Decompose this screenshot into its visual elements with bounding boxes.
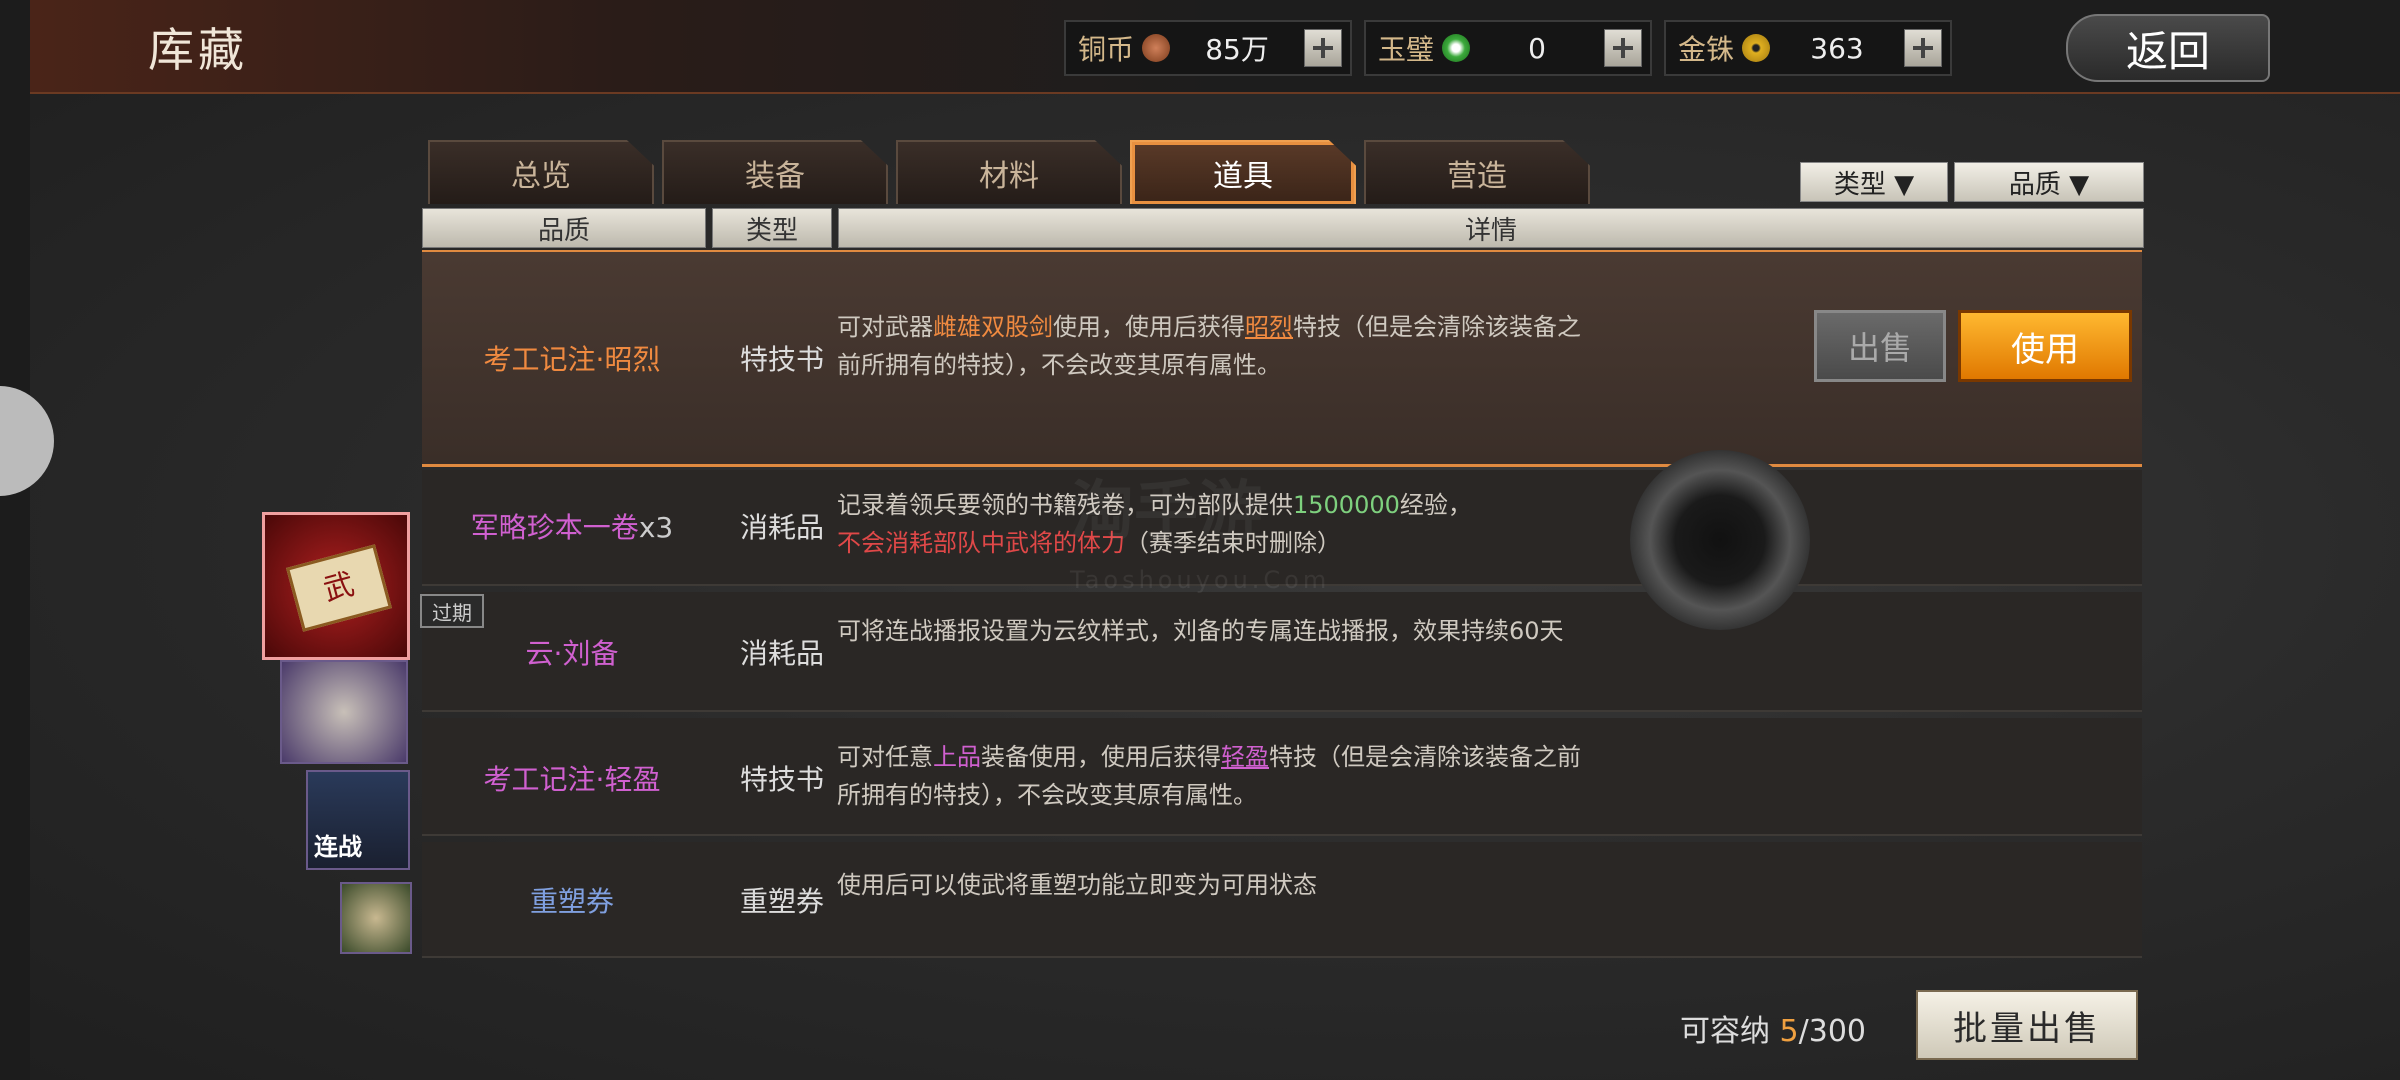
quality-filter-dropdown[interactable]: 品质 ▼ [1954, 162, 2144, 202]
jade-icon [1442, 34, 1471, 62]
tab-overview[interactable]: 总览 [428, 140, 654, 204]
list-item[interactable]: 重塑券 重塑券 使用后可以使武将重塑功能立即变为可用状态 [422, 842, 2142, 958]
scroll-item-icon[interactable]: 武 [262, 512, 410, 660]
gold-coin-icon [1742, 34, 1771, 62]
page-title: 库藏 [148, 23, 248, 77]
expired-badge: 过期 [420, 594, 484, 628]
resource-copper: 铜币 85万 [1064, 20, 1352, 76]
resource-label: 金铢 [1678, 33, 1735, 66]
item-list: 考工记注·昭烈 特技书 可对武器雌雄双股剑使用，使用后获得昭烈特技（但是会清除该… [422, 250, 2142, 960]
type-filter-dropdown[interactable]: 类型 ▼ [1800, 162, 1948, 202]
column-header-detail: 详情 [838, 208, 2144, 248]
decorative-vortex [1630, 450, 1810, 630]
item-description: 可对武器雌雄双股剑使用，使用后获得昭烈特技（但是会清除该装备之前所拥有的特技），… [837, 313, 1581, 379]
capacity-text: 可容纳 5/300 [1680, 1014, 1867, 1049]
item-name: 考工记注·昭烈 [483, 343, 661, 376]
copper-coin-icon [1142, 34, 1171, 62]
item-type: 消耗品 [739, 511, 824, 544]
resource-gold: 金铢 363 [1664, 20, 1952, 76]
item-type: 特技书 [739, 763, 824, 796]
list-item[interactable]: 云·刘备 消耗品 可将连战播报设置为云纹样式，刘备的专属连战播报，效果持续60天 [422, 592, 2142, 712]
add-jade-button[interactable] [1604, 29, 1642, 67]
resource-label: 铜币 [1078, 33, 1135, 66]
watermark-url: Taoshouyou.Com [1070, 566, 1331, 594]
resource-value: 85万 [1205, 33, 1269, 66]
resource-value: 363 [1810, 31, 1864, 65]
use-button[interactable]: 使用 [1958, 310, 2132, 382]
item-name: 考工记注·轻盈 [483, 763, 661, 796]
tab-equipment[interactable]: 装备 [662, 140, 888, 204]
item-description: 可将连战播报设置为云纹样式，刘备的专属连战播报，效果持续60天 [837, 617, 1564, 645]
add-gold-button[interactable] [1904, 29, 1942, 67]
chain-battle-icon[interactable]: 连战 [306, 770, 410, 870]
list-item[interactable]: 考工记注·昭烈 特技书 可对武器雌雄双股剑使用，使用后获得昭烈特技（但是会清除该… [422, 250, 2142, 467]
bulk-sell-button[interactable]: 批量出售 [1916, 990, 2138, 1060]
item-name: 云·刘备 [525, 637, 619, 670]
item-name: 军略珍本一卷x3 [470, 511, 674, 544]
item-description: 可对任意上品装备使用，使用后获得轻盈特技（但是会清除该装备之前所拥有的特技），不… [837, 743, 1581, 809]
list-item[interactable]: 考工记注·轻盈 特技书 可对任意上品装备使用，使用后获得轻盈特技（但是会清除该装… [422, 718, 2142, 836]
column-header-type[interactable]: 类型 [712, 208, 832, 248]
add-copper-button[interactable] [1304, 29, 1342, 67]
item-type: 消耗品 [739, 637, 824, 670]
item-scroll-label: 武 [286, 544, 392, 632]
chain-battle-label: 连战 [314, 833, 362, 861]
tab-materials[interactable]: 材料 [896, 140, 1122, 204]
watermark: 淘手游 [1070, 475, 1262, 549]
book-item-icon[interactable] [280, 660, 408, 764]
sell-button[interactable]: 出售 [1814, 310, 1946, 382]
tab-items[interactable]: 道具 [1130, 140, 1356, 204]
resource-label: 玉璧 [1378, 33, 1435, 66]
item-description: 使用后可以使武将重塑功能立即变为可用状态 [837, 871, 1317, 899]
back-button[interactable]: 返回 [2066, 14, 2270, 82]
item-name: 重塑券 [529, 885, 614, 918]
resource-value: 0 [1528, 31, 1546, 65]
item-type: 特技书 [739, 343, 824, 376]
item-type: 重塑券 [739, 885, 824, 918]
resource-jade: 玉璧 0 [1364, 20, 1652, 76]
reshape-ticket-icon[interactable] [340, 882, 412, 954]
column-header-quality[interactable]: 品质 [422, 208, 706, 248]
tab-construction[interactable]: 营造 [1364, 140, 1590, 204]
